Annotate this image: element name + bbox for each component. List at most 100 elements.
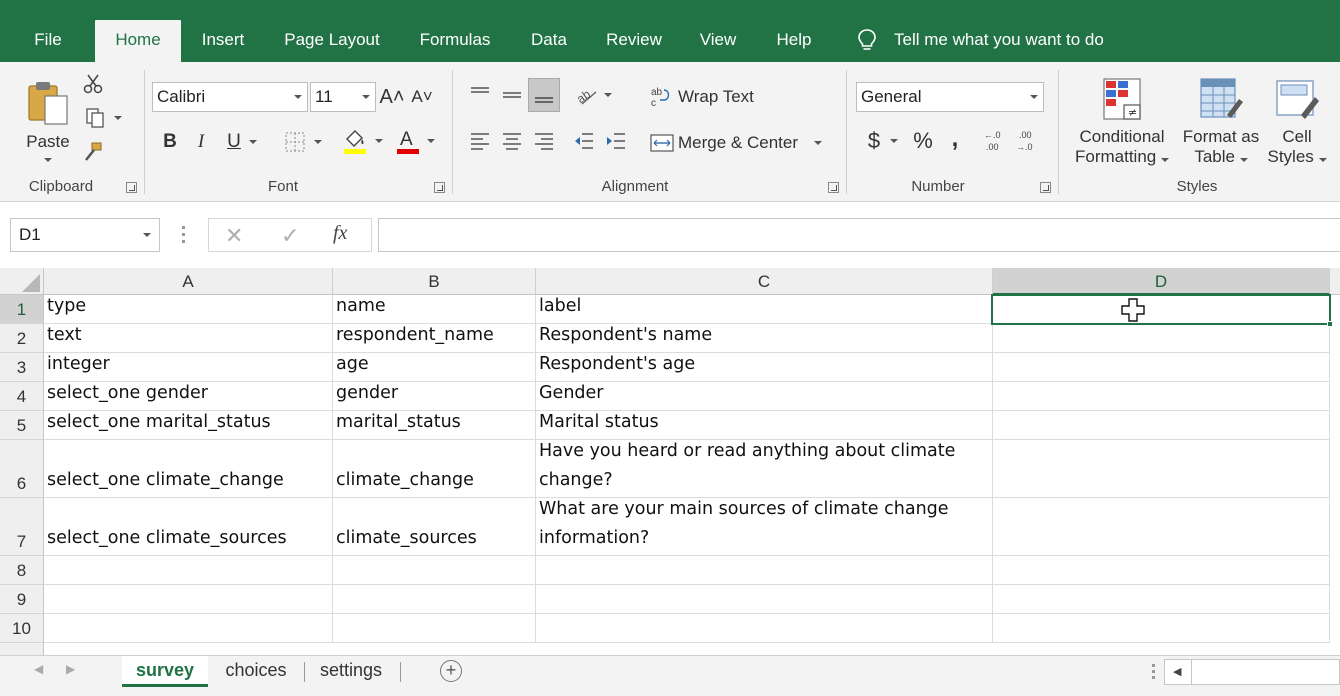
cell-b1[interactable]: name	[333, 295, 536, 324]
cell-a7[interactable]: select_one climate_sources	[44, 498, 333, 556]
cell-a9[interactable]	[44, 585, 333, 614]
cell-selection-d1[interactable]	[991, 294, 1333, 327]
wrap-text-button[interactable]: ab c Wrap Text	[650, 82, 770, 112]
conditional-formatting-button[interactable]: ≠ Conditional Formatting	[1070, 70, 1174, 174]
cell-a5[interactable]: select_one marital_status	[44, 411, 333, 440]
cell-d3[interactable]	[993, 353, 1330, 382]
cell-c4[interactable]: Gender	[536, 382, 993, 411]
font-name-select[interactable]: Calibri	[152, 82, 308, 112]
tab-help[interactable]: Help	[762, 20, 826, 62]
cell-a10[interactable]	[44, 614, 333, 643]
format-painter-button[interactable]	[80, 140, 106, 164]
cell-c5[interactable]: Marital status	[536, 411, 993, 440]
align-left-button[interactable]	[466, 126, 494, 156]
cell-d9[interactable]	[993, 585, 1330, 614]
cell-c8[interactable]	[536, 556, 993, 585]
cell-a8[interactable]	[44, 556, 333, 585]
cell-a6[interactable]: select_one climate_change	[44, 440, 333, 498]
cell-b7[interactable]: climate_sources	[333, 498, 536, 556]
dialog-launcher-icon[interactable]	[1040, 182, 1051, 193]
cell-styles-button[interactable]: Cell Styles	[1266, 70, 1328, 174]
column-header-a[interactable]: A	[44, 268, 333, 295]
cell-d4[interactable]	[993, 382, 1330, 411]
column-header-e[interactable]	[1330, 268, 1340, 295]
dialog-launcher-icon[interactable]	[828, 182, 839, 193]
tab-home[interactable]: Home	[95, 20, 181, 62]
cell-b9[interactable]	[333, 585, 536, 614]
cell-a3[interactable]: integer	[44, 353, 333, 382]
decrease-indent-button[interactable]	[570, 126, 598, 156]
cell-c6[interactable]: Have you heard or read anything about cl…	[536, 440, 993, 498]
row-header[interactable]	[0, 643, 44, 655]
bottom-align-button[interactable]	[528, 78, 560, 112]
sheet-tab-choices[interactable]: choices	[212, 656, 300, 687]
cell-a2[interactable]: text	[44, 324, 333, 353]
add-sheet-button[interactable]: +	[440, 660, 462, 682]
enter-check-icon[interactable]: ✓	[281, 223, 299, 249]
copy-button[interactable]	[80, 106, 126, 130]
tab-page-layout[interactable]: Page Layout	[270, 20, 394, 62]
tab-review[interactable]: Review	[594, 20, 674, 62]
formula-input[interactable]	[378, 218, 1340, 252]
decrease-font-size-button[interactable]: A˅	[410, 84, 434, 110]
cell-d2[interactable]	[993, 324, 1330, 353]
tab-data[interactable]: Data	[516, 20, 582, 62]
drag-handle-icon[interactable]	[182, 226, 186, 244]
tab-file[interactable]: File	[14, 20, 82, 62]
row-header[interactable]: 10	[0, 614, 44, 643]
borders-button[interactable]	[280, 128, 326, 156]
cell-d8[interactable]	[993, 556, 1330, 585]
top-align-button[interactable]	[466, 80, 494, 110]
row-header[interactable]: 6	[0, 440, 44, 498]
cut-button[interactable]	[80, 72, 106, 96]
italic-button[interactable]: I	[190, 128, 212, 156]
cell-b8[interactable]	[333, 556, 536, 585]
middle-align-button[interactable]	[498, 80, 526, 110]
cell-c1[interactable]: label	[536, 295, 993, 324]
cell-d6[interactable]	[993, 440, 1330, 498]
comma-style-button[interactable]: ,	[944, 124, 966, 154]
orientation-button[interactable]: ab	[572, 80, 616, 110]
bold-button[interactable]: B	[158, 128, 182, 156]
cell-b3[interactable]: age	[333, 353, 536, 382]
underline-button[interactable]: U	[220, 128, 264, 156]
worksheet-grid[interactable]: A B C D 1 type name label 2 text respondent_na…	[0, 268, 1340, 655]
select-all-corner[interactable]	[0, 268, 44, 295]
paste-button[interactable]: Paste	[22, 70, 74, 170]
column-header-d[interactable]: D	[993, 268, 1330, 295]
align-right-button[interactable]	[530, 126, 558, 156]
tab-formulas[interactable]: Formulas	[406, 20, 504, 62]
column-header-c[interactable]: C	[536, 268, 993, 295]
increase-font-size-button[interactable]: A˄	[379, 84, 404, 110]
tab-view[interactable]: View	[686, 20, 750, 62]
cell-b10[interactable]	[333, 614, 536, 643]
increase-decimal-button[interactable]: ←.0.00	[982, 126, 1010, 156]
cell-c9[interactable]	[536, 585, 993, 614]
insert-function-icon[interactable]: fx	[333, 222, 347, 245]
row-header[interactable]: 5	[0, 411, 44, 440]
name-box[interactable]: D1	[10, 218, 160, 252]
row-header[interactable]: 4	[0, 382, 44, 411]
cell-c10[interactable]	[536, 614, 993, 643]
align-center-button[interactable]	[498, 126, 526, 156]
currency-button[interactable]: $	[862, 126, 904, 156]
sheet-tab-survey[interactable]: survey	[122, 656, 208, 687]
merge-center-button[interactable]: Merge & Center	[650, 128, 832, 158]
dialog-launcher-icon[interactable]	[126, 182, 137, 193]
cell-b4[interactable]: gender	[333, 382, 536, 411]
row-header[interactable]: 9	[0, 585, 44, 614]
fill-handle[interactable]	[1327, 321, 1333, 327]
fill-color-button[interactable]	[338, 126, 386, 156]
horizontal-scrollbar[interactable]: ◀	[1164, 659, 1340, 685]
format-as-table-button[interactable]: Format as Table	[1176, 70, 1266, 174]
cell-a4[interactable]: select_one gender	[44, 382, 333, 411]
cell-c3[interactable]: Respondent's age	[536, 353, 993, 382]
cell-d10[interactable]	[993, 614, 1330, 643]
dialog-launcher-icon[interactable]	[434, 182, 445, 193]
scroll-tabs-right-icon[interactable]: ▶	[66, 662, 75, 676]
cell-c7[interactable]: What are your main sources of climate ch…	[536, 498, 993, 556]
sheet-tab-settings[interactable]: settings	[308, 656, 394, 687]
scroll-tabs-left-icon[interactable]: ◀	[34, 662, 43, 676]
decrease-decimal-button[interactable]: .00 →.0	[1014, 126, 1042, 156]
cancel-icon[interactable]: ✕	[225, 223, 243, 249]
